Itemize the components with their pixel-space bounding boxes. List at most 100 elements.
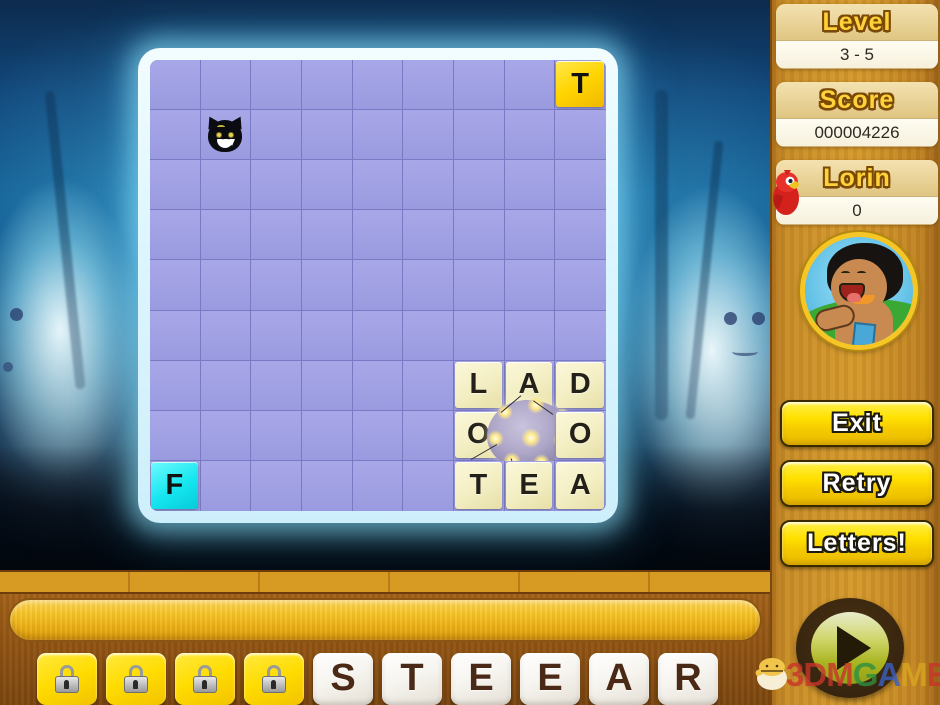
grid-cell[interactable] xyxy=(555,310,606,361)
letter-rack[interactable]: STEEAR xyxy=(0,650,770,705)
rack-letter-t[interactable]: T xyxy=(382,652,442,705)
grid-cell[interactable] xyxy=(504,60,556,111)
grid-cell[interactable] xyxy=(504,160,556,211)
grid-cell[interactable] xyxy=(403,260,454,311)
rack-locked-slot[interactable] xyxy=(37,652,97,705)
grid-cell[interactable] xyxy=(504,110,556,161)
board-tile-o[interactable]: O xyxy=(556,411,604,458)
grid-cell[interactable] xyxy=(302,60,353,111)
board-tile-d[interactable]: D xyxy=(556,361,604,408)
grid-cell[interactable] xyxy=(251,310,302,361)
grid-cell[interactable] xyxy=(200,110,252,161)
grid-cell[interactable]: T xyxy=(454,460,505,511)
grid-cell[interactable] xyxy=(200,210,252,261)
grid-cell[interactable] xyxy=(555,160,606,211)
grid-cell[interactable] xyxy=(504,210,556,261)
rack-letter-a[interactable]: A xyxy=(589,652,649,705)
grid-cell[interactable] xyxy=(454,60,505,111)
grid-cell[interactable] xyxy=(352,360,404,411)
grid-cell[interactable]: D xyxy=(555,360,606,411)
grid-cell[interactable] xyxy=(302,260,353,311)
rack-locked-slot[interactable] xyxy=(106,652,166,705)
grid-cell[interactable] xyxy=(555,210,606,261)
grid-cell[interactable] xyxy=(403,310,454,361)
grid-cell[interactable] xyxy=(302,310,353,361)
grid-cell[interactable] xyxy=(251,210,302,261)
grid-cell[interactable] xyxy=(251,360,302,411)
grid-cell[interactable] xyxy=(352,260,404,311)
grid-cell[interactable]: E xyxy=(504,460,556,511)
grid-cell[interactable] xyxy=(302,460,353,511)
grid-cell[interactable] xyxy=(150,260,201,311)
grid-cell[interactable] xyxy=(200,60,252,111)
board-tile-t[interactable]: T xyxy=(556,61,604,108)
grid-cell[interactable] xyxy=(200,460,252,511)
grid-cell[interactable] xyxy=(150,410,201,461)
board-tile-l[interactable]: L xyxy=(455,361,502,408)
grid-cell[interactable] xyxy=(150,360,201,411)
grid-cell[interactable] xyxy=(403,360,454,411)
grid-cell[interactable] xyxy=(200,360,252,411)
grid-cell[interactable] xyxy=(302,360,353,411)
grid-cell[interactable] xyxy=(555,110,606,161)
grid-cell[interactable] xyxy=(150,210,201,261)
grid-cell[interactable]: A xyxy=(504,360,556,411)
board-tile-t[interactable]: T xyxy=(455,461,502,509)
grid-cell[interactable]: L xyxy=(454,360,505,411)
letter-grid[interactable]: TLADOOFTEA xyxy=(150,60,606,511)
grid-cell[interactable] xyxy=(454,310,505,361)
grid-cell[interactable] xyxy=(251,460,302,511)
grid-cell[interactable] xyxy=(352,410,404,461)
grid-cell[interactable] xyxy=(454,160,505,211)
grid-cell[interactable] xyxy=(403,410,454,461)
grid-cell[interactable] xyxy=(555,260,606,311)
rack-letter-r[interactable]: R xyxy=(658,652,718,705)
letters-button[interactable]: Letters! xyxy=(780,520,934,567)
grid-cell[interactable] xyxy=(403,460,454,511)
grid-cell[interactable] xyxy=(454,210,505,261)
grid-cell[interactable] xyxy=(200,410,252,461)
rack-locked-slot[interactable] xyxy=(244,652,304,705)
grid-cell[interactable]: O xyxy=(555,410,606,461)
board-tile-a[interactable]: A xyxy=(556,461,604,509)
rack-letter-s[interactable]: S xyxy=(313,652,373,705)
board-tile-f[interactable]: F xyxy=(151,461,198,509)
grid-cell[interactable]: F xyxy=(150,460,201,511)
board-tile-e[interactable]: E xyxy=(505,461,553,509)
grid-cell[interactable] xyxy=(352,460,404,511)
grid-cell[interactable]: O xyxy=(454,410,505,461)
grid-cell[interactable] xyxy=(251,260,302,311)
board-tile-a[interactable]: A xyxy=(505,361,553,408)
word-trough[interactable] xyxy=(8,598,762,642)
board-grid-area[interactable]: TLADOOFTEA xyxy=(150,60,606,511)
grid-cell[interactable] xyxy=(150,310,201,361)
rack-locked-slot[interactable] xyxy=(175,652,235,705)
grid-cell[interactable] xyxy=(504,260,556,311)
grid-cell[interactable] xyxy=(150,110,201,161)
grid-cell[interactable] xyxy=(352,110,404,161)
rack-letter-e[interactable]: E xyxy=(520,652,580,705)
grid-cell[interactable] xyxy=(302,160,353,211)
grid-cell[interactable] xyxy=(200,310,252,361)
grid-cell[interactable] xyxy=(150,60,201,111)
grid-cell[interactable] xyxy=(302,110,353,161)
grid-cell[interactable] xyxy=(150,160,201,211)
grid-cell[interactable] xyxy=(302,410,353,461)
board-tile-o[interactable]: O xyxy=(455,411,502,458)
exit-button[interactable]: Exit xyxy=(780,400,934,447)
grid-cell[interactable] xyxy=(469,376,590,495)
grid-cell[interactable] xyxy=(454,260,505,311)
grid-cell[interactable] xyxy=(403,110,454,161)
grid-cell[interactable] xyxy=(251,60,302,111)
grid-cell[interactable] xyxy=(454,110,505,161)
grid-cell[interactable] xyxy=(352,60,404,111)
grid-cell[interactable] xyxy=(251,110,302,161)
grid-cell[interactable] xyxy=(403,60,454,111)
rack-letter-e[interactable]: E xyxy=(451,652,511,705)
grid-cell[interactable]: T xyxy=(555,60,606,111)
retry-button[interactable]: Retry xyxy=(780,460,934,507)
grid-cell[interactable]: A xyxy=(555,460,606,511)
grid-cell[interactable] xyxy=(251,410,302,461)
grid-cell[interactable] xyxy=(200,260,252,311)
grid-cell[interactable] xyxy=(302,210,353,261)
